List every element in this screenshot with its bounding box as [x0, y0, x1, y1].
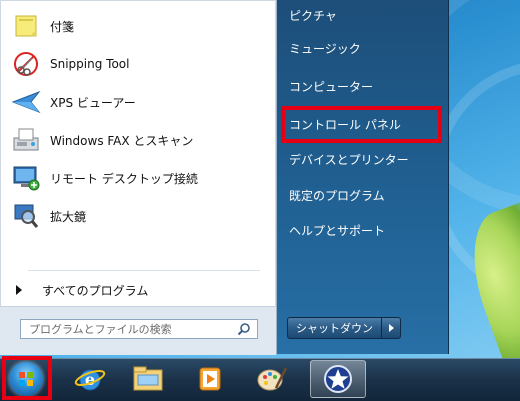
right-item-default-programs[interactable]: 既定のプログラム — [287, 182, 441, 208]
fax-scan-icon — [8, 124, 44, 156]
right-item-devices-printers[interactable]: デバイスとプリンター — [287, 146, 441, 172]
program-label: 付箋 — [50, 19, 75, 34]
start-menu-left-pane: 付箋 Snipping Tool XPS ビューアー Windows FAX と… — [0, 0, 277, 355]
media-player-icon[interactable] — [190, 362, 230, 396]
remote-desktop-icon — [8, 162, 44, 194]
program-item-sticky-notes[interactable]: 付箋 — [8, 8, 270, 44]
program-item-fax-scan[interactable]: Windows FAX とスキャン — [8, 122, 270, 158]
search-input[interactable] — [27, 321, 231, 337]
start-menu: 付箋 Snipping Tool XPS ビューアー Windows FAX と… — [0, 0, 449, 355]
snipping-tool-icon — [8, 48, 44, 80]
star-app-icon[interactable] — [318, 362, 358, 396]
sticky-notes-icon — [8, 10, 44, 42]
program-label: Snipping Tool — [50, 57, 130, 71]
control-panel-highlight — [281, 106, 442, 143]
shutdown-group: シャットダウン — [287, 317, 401, 339]
program-item-magnifier[interactable]: 拡大鏡 — [8, 198, 270, 234]
chevron-right-icon — [388, 324, 394, 332]
program-item-remote-desktop[interactable]: リモート デスクトップ接続 — [8, 160, 270, 196]
right-item-pictures[interactable]: ピクチャ — [287, 2, 441, 28]
all-programs-button[interactable]: すべてのプログラム — [16, 280, 266, 300]
search-box[interactable] — [20, 319, 258, 339]
windows-explorer-icon[interactable] — [128, 362, 168, 396]
program-label: XPS ビューアー — [50, 95, 136, 110]
menu-separator — [28, 270, 260, 271]
xps-viewer-icon — [8, 86, 44, 118]
internet-explorer-icon[interactable]: e — [70, 362, 110, 396]
search-area — [0, 306, 276, 355]
program-item-xps-viewer[interactable]: XPS ビューアー — [8, 84, 270, 120]
program-label: リモート デスクトップ接続 — [50, 171, 198, 186]
program-label: Windows FAX とスキャン — [50, 133, 194, 148]
magnifier-icon — [8, 200, 44, 232]
right-item-computer[interactable]: コンピューター — [287, 73, 441, 99]
shutdown-button[interactable]: シャットダウン — [287, 317, 382, 339]
right-item-help-support[interactable]: ヘルプとサポート — [287, 217, 441, 243]
all-programs-label: すべてのプログラム — [42, 283, 149, 298]
shutdown-options-button[interactable] — [382, 317, 401, 339]
chevron-right-icon — [16, 285, 22, 295]
paint-icon[interactable] — [252, 362, 292, 396]
program-label: 拡大鏡 — [50, 209, 87, 224]
right-item-music[interactable]: ミュージック — [287, 35, 441, 61]
program-item-snipping-tool[interactable]: Snipping Tool — [8, 46, 270, 82]
start-button-highlight — [2, 356, 52, 400]
search-icon[interactable] — [237, 322, 251, 336]
